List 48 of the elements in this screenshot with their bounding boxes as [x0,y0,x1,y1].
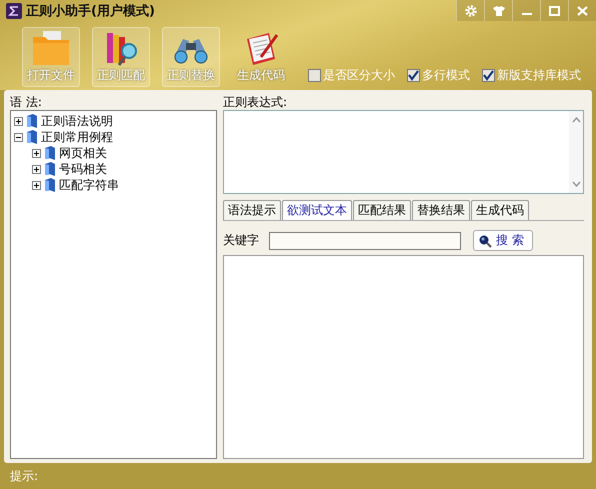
keyword-field[interactable] [269,232,461,250]
window-title: 正则小助手(用户模式) [26,2,155,20]
expand-toggle[interactable] [32,164,41,174]
settings-button[interactable] [456,0,484,21]
folder-icon [31,31,71,67]
tree-item[interactable]: 匹配字符串 [59,176,119,194]
tab[interactable]: 语法提示 [223,200,281,220]
minimize-button[interactable] [512,0,540,21]
maximize-icon [549,6,560,16]
tree-item[interactable]: 正则语法说明 [41,112,113,130]
panel-label: 正则表达式: [223,94,288,110]
checkbox[interactable] [308,69,321,82]
shirt-icon [492,6,504,16]
book-icon [44,178,56,192]
maximize-button[interactable] [540,0,568,21]
skin-button[interactable] [484,0,512,21]
gear-icon [464,4,476,16]
tab[interactable]: 替换结果 [412,200,470,220]
book-icon [26,130,38,144]
book-icon [44,146,56,160]
tab[interactable]: 欲测试文本 [282,200,352,220]
close-button[interactable] [568,0,596,21]
collapse-toggle[interactable] [14,132,23,142]
tab[interactable]: 匹配结果 [353,200,411,220]
scroll-up-icon[interactable] [572,117,580,123]
app-icon [6,3,22,19]
tree-item[interactable]: 网页相关 [59,144,107,162]
scroll-down-icon[interactable] [572,181,580,187]
checkbox[interactable] [407,69,420,82]
book-icon [44,162,56,176]
tab[interactable]: 生成代码 [471,200,529,220]
tree-item[interactable]: 号码相关 [59,160,107,178]
magnifier-icon [478,234,492,248]
checkbox[interactable] [482,69,495,82]
book-icon [26,114,38,128]
minimize-icon [522,12,532,14]
test-text-field[interactable] [223,255,584,459]
close-icon [577,6,588,16]
status-text: 提示: [10,468,38,484]
panel-label: 语 法: [10,94,43,110]
tree-item[interactable]: 正则常用例程 [41,128,113,146]
expand-toggle[interactable] [32,148,41,158]
scrollbar[interactable] [569,111,583,193]
regex-field[interactable] [223,110,584,194]
keyword-label: 关键字 [223,232,259,249]
search-button[interactable]: 搜 索 [473,230,533,251]
expand-toggle[interactable] [32,180,41,190]
expand-toggle[interactable] [14,116,23,126]
